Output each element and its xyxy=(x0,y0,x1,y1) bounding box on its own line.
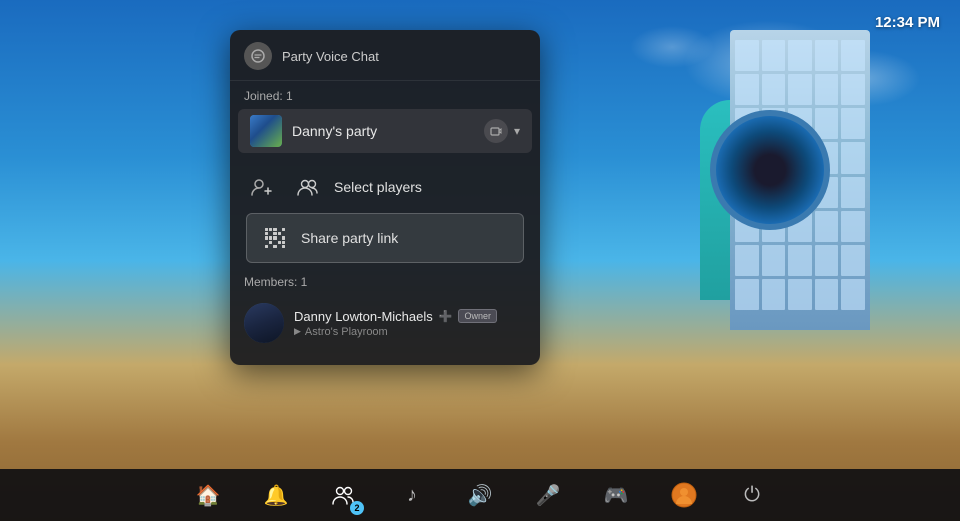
add-player-icon xyxy=(246,171,278,203)
taskbar-gamepad[interactable]: 🎮 xyxy=(598,477,634,513)
party-badge: 2 xyxy=(350,501,364,515)
share-party-link-label: Share party link xyxy=(301,230,398,246)
party-row[interactable]: Danny's party ▾ xyxy=(238,109,532,153)
members-label: Members: 1 xyxy=(230,263,540,297)
camera-button[interactable] xyxy=(484,119,508,143)
taskbar-mic[interactable]: 🎤 xyxy=(530,477,566,513)
system-clock: 12:34 PM xyxy=(875,14,940,31)
taskbar-notifications[interactable]: 🔔 xyxy=(258,477,294,513)
qr-code-icon xyxy=(261,224,289,252)
member-avatar xyxy=(244,303,284,343)
dropdown-menu: Select players Share party link xyxy=(238,161,532,263)
select-players-button[interactable]: Select players xyxy=(284,165,524,209)
member-info: Danny Lowton-Michaels ➕ Owner ▶ Astro's … xyxy=(294,309,526,338)
member-game: ▶ Astro's Playroom xyxy=(294,326,526,338)
taskbar-avatar[interactable] xyxy=(666,477,702,513)
taskbar-home[interactable]: 🏠 xyxy=(190,477,226,513)
panel-title: Party Voice Chat xyxy=(282,49,379,64)
voice-chat-icon xyxy=(244,42,272,70)
people-icon xyxy=(294,173,322,201)
member-row: Danny Lowton-Michaels ➕ Owner ▶ Astro's … xyxy=(230,297,540,349)
party-controls: ▾ xyxy=(484,119,520,143)
taskbar-volume[interactable]: 🔊 xyxy=(462,477,498,513)
party-avatar xyxy=(250,115,282,147)
share-party-link-button[interactable]: Share party link xyxy=(246,213,524,263)
member-name: Danny Lowton-Michaels xyxy=(294,309,433,324)
taskbar-power[interactable]: ⏻ xyxy=(734,477,770,513)
party-name: Danny's party xyxy=(292,123,484,139)
select-players-label: Select players xyxy=(334,179,422,195)
ps-plus-icon: ➕ xyxy=(439,310,453,323)
joined-label: Joined: 1 xyxy=(230,81,540,109)
party-expand-button[interactable]: ▾ xyxy=(514,124,520,138)
owner-badge: Owner xyxy=(458,309,497,323)
scene-decoration xyxy=(670,30,870,350)
game-name: Astro's Playroom xyxy=(305,326,388,338)
member-name-row: Danny Lowton-Michaels ➕ Owner xyxy=(294,309,526,324)
taskbar: 🏠 🔔 2 ♪ 🔊 🎤 🎮 ⏻ xyxy=(0,469,960,521)
panel-header: Party Voice Chat xyxy=(230,30,540,81)
taskbar-music[interactable]: ♪ xyxy=(394,477,430,513)
game-icon: ▶ xyxy=(294,326,301,337)
party-panel: Party Voice Chat Joined: 1 Danny's party… xyxy=(230,30,540,365)
add-player-area: Select players xyxy=(238,161,532,209)
taskbar-party[interactable]: 2 xyxy=(326,477,362,513)
